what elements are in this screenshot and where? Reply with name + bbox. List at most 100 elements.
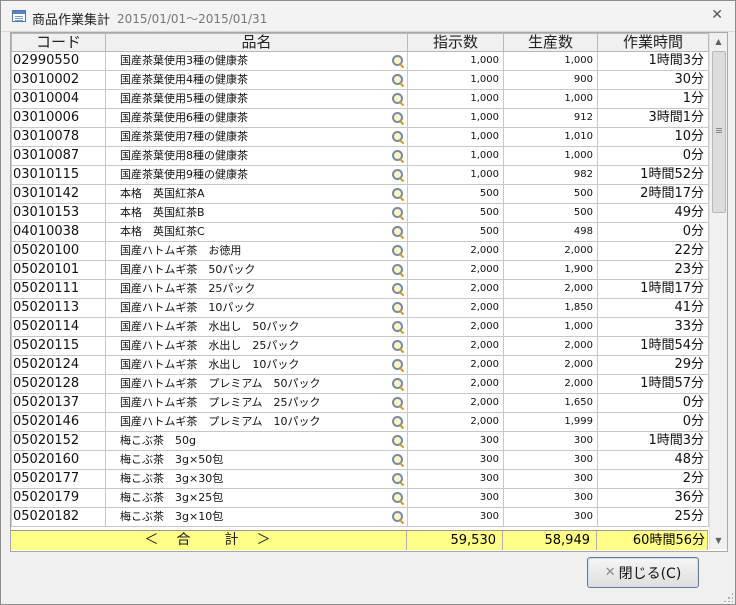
magnifier-icon[interactable] xyxy=(391,206,405,220)
magnifier-icon[interactable] xyxy=(391,54,405,68)
code-cell[interactable]: 03010142 xyxy=(11,184,106,204)
close-button[interactable]: ✕ 閉じる(C) xyxy=(587,557,699,588)
time-cell[interactable]: 48分 xyxy=(597,450,709,470)
name-cell[interactable]: 国産ハトムギ茶 プレミアム 50パック xyxy=(105,374,408,394)
seisan-cell[interactable]: 1,000 xyxy=(503,146,598,166)
magnifier-icon[interactable] xyxy=(391,510,405,524)
seisan-cell[interactable]: 912 xyxy=(503,108,598,128)
table-row[interactable]: 05020101 国産ハトムギ茶 50パック 2,000 1,900 23分 xyxy=(11,260,709,280)
name-cell[interactable]: 国産ハトムギ茶 水出し 25パック xyxy=(105,336,408,356)
code-cell[interactable]: 05020177 xyxy=(11,469,106,489)
shiji-cell[interactable]: 2,000 xyxy=(407,374,504,394)
time-cell[interactable]: 1時間54分 xyxy=(597,336,709,356)
code-cell[interactable]: 04010038 xyxy=(11,222,106,242)
name-cell[interactable]: 国産ハトムギ茶 プレミアム 25パック xyxy=(105,393,408,413)
seisan-cell[interactable]: 900 xyxy=(503,70,598,90)
table-row[interactable]: 05020182 梅こぶ茶 3g×10包 300 300 25分 xyxy=(11,507,709,527)
magnifier-icon[interactable] xyxy=(391,73,405,87)
seisan-cell[interactable]: 300 xyxy=(503,469,598,489)
table-row[interactable]: 03010153 本格 英国紅茶B 500 500 49分 xyxy=(11,203,709,223)
seisan-cell[interactable]: 300 xyxy=(503,450,598,470)
name-cell[interactable]: 国産茶葉使用5種の健康茶 xyxy=(105,89,408,109)
seisan-cell[interactable]: 1,000 xyxy=(503,317,598,337)
table-row[interactable]: 03010004 国産茶葉使用5種の健康茶 1,000 1,000 1分 xyxy=(11,89,709,109)
col-header-code[interactable]: コード xyxy=(11,33,106,52)
shiji-cell[interactable]: 2,000 xyxy=(407,298,504,318)
name-cell[interactable]: 梅こぶ茶 3g×50包 xyxy=(105,450,408,470)
name-cell[interactable]: 梅こぶ茶 3g×25包 xyxy=(105,488,408,508)
time-cell[interactable]: 29分 xyxy=(597,355,709,375)
table-row[interactable]: 05020179 梅こぶ茶 3g×25包 300 300 36分 xyxy=(11,488,709,508)
seisan-cell[interactable]: 1,999 xyxy=(503,412,598,432)
time-cell[interactable]: 1時間52分 xyxy=(597,165,709,185)
seisan-cell[interactable]: 1,650 xyxy=(503,393,598,413)
name-cell[interactable]: 梅こぶ茶 50g xyxy=(105,431,408,451)
name-cell[interactable]: 国産茶葉使用8種の健康茶 xyxy=(105,146,408,166)
magnifier-icon[interactable] xyxy=(391,415,405,429)
time-cell[interactable]: 30分 xyxy=(597,70,709,90)
table-row[interactable]: 05020128 国産ハトムギ茶 プレミアム 50パック 2,000 2,000 1時間… xyxy=(11,374,709,394)
shiji-cell[interactable]: 300 xyxy=(407,431,504,451)
vertical-scrollbar[interactable]: ▲ ▼ xyxy=(709,33,727,549)
table-row[interactable]: 03010078 国産茶葉使用7種の健康茶 1,000 1,010 10分 xyxy=(11,127,709,147)
time-cell[interactable]: 1時間57分 xyxy=(597,374,709,394)
code-cell[interactable]: 05020128 xyxy=(11,374,106,394)
magnifier-icon[interactable] xyxy=(391,472,405,486)
name-cell[interactable]: 国産ハトムギ茶 水出し 50パック xyxy=(105,317,408,337)
magnifier-icon[interactable] xyxy=(391,377,405,391)
name-cell[interactable]: 本格 英国紅茶B xyxy=(105,203,408,223)
time-cell[interactable]: 1時間3分 xyxy=(597,51,709,71)
code-cell[interactable]: 05020146 xyxy=(11,412,106,432)
magnifier-icon[interactable] xyxy=(391,130,405,144)
col-header-name[interactable]: 品名 xyxy=(105,33,408,52)
shiji-cell[interactable]: 2,000 xyxy=(407,317,504,337)
resize-grip-icon[interactable] xyxy=(723,592,733,602)
seisan-cell[interactable]: 498 xyxy=(503,222,598,242)
time-cell[interactable]: 10分 xyxy=(597,127,709,147)
seisan-cell[interactable]: 2,000 xyxy=(503,336,598,356)
code-cell[interactable]: 02990550 xyxy=(11,51,106,71)
code-cell[interactable]: 05020137 xyxy=(11,393,106,413)
code-cell[interactable]: 03010087 xyxy=(11,146,106,166)
code-cell[interactable]: 03010006 xyxy=(11,108,106,128)
shiji-cell[interactable]: 2,000 xyxy=(407,336,504,356)
shiji-cell[interactable]: 1,000 xyxy=(407,127,504,147)
time-cell[interactable]: 25分 xyxy=(597,507,709,527)
table-row[interactable]: 05020160 梅こぶ茶 3g×50包 300 300 48分 xyxy=(11,450,709,470)
code-cell[interactable]: 05020182 xyxy=(11,507,106,527)
seisan-cell[interactable]: 2,000 xyxy=(503,374,598,394)
seisan-cell[interactable]: 300 xyxy=(503,488,598,508)
name-cell[interactable]: 国産茶葉使用9種の健康茶 xyxy=(105,165,408,185)
name-cell[interactable]: 国産茶葉使用3種の健康茶 xyxy=(105,51,408,71)
table-row[interactable]: 02990550 国産茶葉使用3種の健康茶 1,000 1,000 1時間3分 xyxy=(11,51,709,71)
table-row[interactable]: 05020115 国産ハトムギ茶 水出し 25パック 2,000 2,000 1時間54… xyxy=(11,336,709,356)
magnifier-icon[interactable] xyxy=(391,263,405,277)
shiji-cell[interactable]: 2,000 xyxy=(407,412,504,432)
table-row[interactable]: 03010142 本格 英国紅茶A 500 500 2時間17分 xyxy=(11,184,709,204)
name-cell[interactable]: 国産ハトムギ茶 お徳用 xyxy=(105,241,408,261)
magnifier-icon[interactable] xyxy=(391,396,405,410)
name-cell[interactable]: 国産ハトムギ茶 25パック xyxy=(105,279,408,299)
code-cell[interactable]: 05020152 xyxy=(11,431,106,451)
time-cell[interactable]: 1分 xyxy=(597,89,709,109)
shiji-cell[interactable]: 1,000 xyxy=(407,165,504,185)
shiji-cell[interactable]: 300 xyxy=(407,469,504,489)
time-cell[interactable]: 2時間17分 xyxy=(597,184,709,204)
shiji-cell[interactable]: 300 xyxy=(407,507,504,527)
col-header-seisan[interactable]: 生産数 xyxy=(503,33,598,52)
code-cell[interactable]: 03010078 xyxy=(11,127,106,147)
scroll-thumb[interactable] xyxy=(712,51,726,213)
code-cell[interactable]: 03010002 xyxy=(11,70,106,90)
code-cell[interactable]: 05020179 xyxy=(11,488,106,508)
magnifier-icon[interactable] xyxy=(391,339,405,353)
table-row[interactable]: 05020100 国産ハトムギ茶 お徳用 2,000 2,000 22分 xyxy=(11,241,709,261)
seisan-cell[interactable]: 1,850 xyxy=(503,298,598,318)
shiji-cell[interactable]: 1,000 xyxy=(407,51,504,71)
name-cell[interactable]: 本格 英国紅茶C xyxy=(105,222,408,242)
name-cell[interactable]: 国産ハトムギ茶 10パック xyxy=(105,298,408,318)
table-row[interactable]: 05020177 梅こぶ茶 3g×30包 300 300 2分 xyxy=(11,469,709,489)
time-cell[interactable]: 1時間3分 xyxy=(597,431,709,451)
name-cell[interactable]: 梅こぶ茶 3g×10包 xyxy=(105,507,408,527)
table-row[interactable]: 03010002 国産茶葉使用4種の健康茶 1,000 900 30分 xyxy=(11,70,709,90)
code-cell[interactable]: 03010115 xyxy=(11,165,106,185)
